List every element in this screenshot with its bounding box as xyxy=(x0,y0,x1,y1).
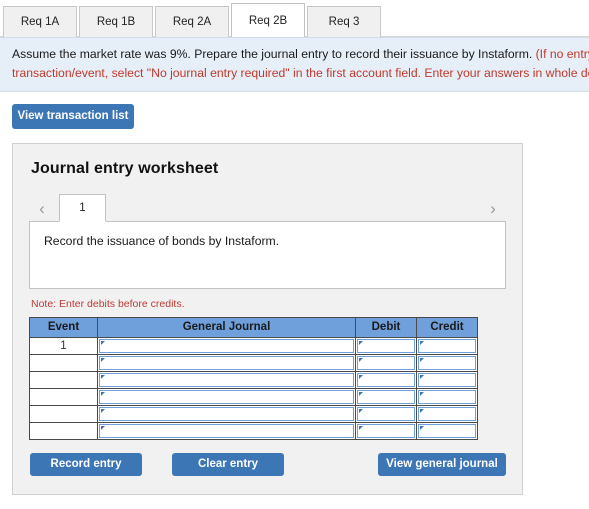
tab-label: Req 3 xyxy=(328,16,360,28)
debit-cell xyxy=(355,421,417,440)
account-select-input[interactable] xyxy=(99,372,354,387)
clear-entry-button[interactable]: Clear entry xyxy=(172,452,284,476)
credit-cell xyxy=(416,404,478,423)
credit-amount-input[interactable] xyxy=(418,355,476,370)
credit-amount-input[interactable] xyxy=(418,406,476,421)
debit-amount-input[interactable] xyxy=(357,372,415,387)
general-journal-cell xyxy=(97,387,356,406)
instruction-text-red-1: (If no entry xyxy=(535,47,589,61)
table-row xyxy=(29,404,478,423)
credit-amount-input[interactable] xyxy=(418,423,476,438)
journal-entry-worksheet-panel: Journal entry worksheet ‹ 1 › Record the… xyxy=(12,142,523,495)
debit-amount-input[interactable] xyxy=(357,406,415,421)
worksheet-pager: ‹ 1 › xyxy=(29,192,506,222)
debits-before-credits-note: Note: Enter debits before credits. xyxy=(31,297,185,310)
event-number-cell xyxy=(29,353,98,372)
table-row xyxy=(29,387,478,406)
column-header-credit: Credit xyxy=(416,316,478,338)
tab-label: Req 1A xyxy=(20,16,60,28)
worksheet-page-tab-1[interactable]: 1 xyxy=(59,193,106,222)
credit-cell xyxy=(416,421,478,440)
debit-amount-input[interactable] xyxy=(357,355,415,370)
tab-req-2b[interactable]: Req 2B xyxy=(231,3,305,37)
table-row xyxy=(29,370,478,389)
general-journal-cell xyxy=(97,404,356,423)
requirement-tabs: Req 1A Req 1B Req 2A Req 2B Req 3 xyxy=(0,0,589,37)
chevron-left-icon[interactable]: ‹ xyxy=(29,196,55,222)
table-row: 1 xyxy=(29,336,478,355)
debit-cell xyxy=(355,404,417,423)
debit-cell xyxy=(355,353,417,372)
tab-label: Req 2B xyxy=(248,14,288,27)
debit-amount-input[interactable] xyxy=(357,338,415,353)
general-journal-cell xyxy=(97,370,356,389)
event-number-cell xyxy=(29,404,98,423)
event-number-cell xyxy=(29,370,98,389)
general-journal-cell xyxy=(97,353,356,372)
general-journal-cell xyxy=(97,421,356,440)
debit-amount-input[interactable] xyxy=(357,389,415,404)
credit-amount-input[interactable] xyxy=(418,389,476,404)
transaction-description-box: Record the issuance of bonds by Instafor… xyxy=(29,220,506,289)
account-select-input[interactable] xyxy=(99,338,354,353)
tab-req-1a[interactable]: Req 1A xyxy=(3,6,77,37)
transaction-description-text: Record the issuance of bonds by Instafor… xyxy=(44,233,280,248)
debit-amount-input[interactable] xyxy=(357,423,415,438)
view-transaction-list-button[interactable]: View transaction list xyxy=(12,103,134,129)
credit-cell xyxy=(416,387,478,406)
table-row xyxy=(29,421,478,440)
instruction-line-1: Assume the market rate was 9%. Prepare t… xyxy=(12,45,589,64)
column-header-event: Event xyxy=(29,316,98,338)
account-select-input[interactable] xyxy=(99,423,354,438)
view-general-journal-button[interactable]: View general journal xyxy=(378,452,506,476)
event-number-cell xyxy=(29,387,98,406)
tab-label: Req 1B xyxy=(96,16,136,28)
tab-label: Req 2A xyxy=(172,16,212,28)
tab-req-1b[interactable]: Req 1B xyxy=(79,6,153,37)
tab-req-2a[interactable]: Req 2A xyxy=(155,6,229,37)
table-header-row: Event General Journal Debit Credit xyxy=(29,316,478,338)
event-number-cell: 1 xyxy=(29,336,98,355)
debit-cell xyxy=(355,336,417,355)
column-header-debit: Debit xyxy=(355,316,417,338)
journal-entry-table-body: 1 xyxy=(29,336,478,440)
instruction-text-red-2: transaction/event, select "No journal en… xyxy=(12,65,589,80)
chevron-right-icon[interactable]: › xyxy=(480,196,506,222)
worksheet-title: Journal entry worksheet xyxy=(31,159,219,177)
account-select-input[interactable] xyxy=(99,406,354,421)
general-journal-cell xyxy=(97,336,356,355)
credit-cell xyxy=(416,336,478,355)
credit-amount-input[interactable] xyxy=(418,338,476,353)
credit-cell xyxy=(416,370,478,389)
debit-cell xyxy=(355,370,417,389)
worksheet-actions: Record entry Clear entry View general jo… xyxy=(29,452,506,476)
column-header-general-journal: General Journal xyxy=(97,316,356,338)
account-select-input[interactable] xyxy=(99,389,354,404)
instruction-banner: Assume the market rate was 9%. Prepare t… xyxy=(0,37,589,92)
account-select-input[interactable] xyxy=(99,355,354,370)
debit-cell xyxy=(355,387,417,406)
event-number-cell xyxy=(29,421,98,440)
tab-req-3[interactable]: Req 3 xyxy=(307,6,381,37)
instruction-text-main: Assume the market rate was 9%. Prepare t… xyxy=(12,47,536,61)
table-row xyxy=(29,353,478,372)
journal-entry-table: Event General Journal Debit Credit 1 xyxy=(29,316,478,440)
instruction-line-2: transaction/event, select "No journal en… xyxy=(12,64,589,83)
record-entry-button[interactable]: Record entry xyxy=(30,452,142,476)
credit-amount-input[interactable] xyxy=(418,372,476,387)
credit-cell xyxy=(416,353,478,372)
